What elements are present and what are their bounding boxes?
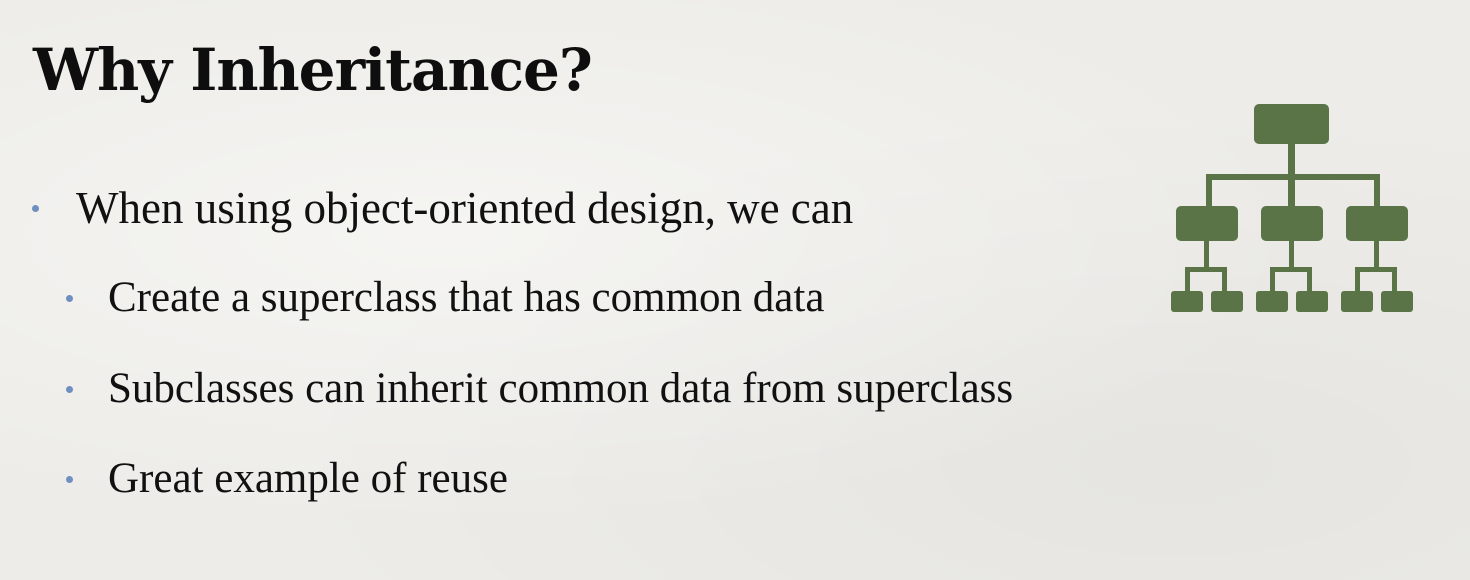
sub-bullet-item: Create a superclass that has common data xyxy=(66,270,825,326)
slide-title: Why Inheritance? xyxy=(33,36,593,104)
bullet-dot-icon xyxy=(66,386,73,393)
bullet-text: Great example of reuse xyxy=(108,455,508,502)
bullet-dot-icon xyxy=(32,205,39,212)
bullet-text: When using object-oriented design, we ca… xyxy=(76,183,854,233)
bullet-text: Subclasses can inherit common data from … xyxy=(108,365,1014,412)
hierarchy-tree-icon xyxy=(1171,104,1413,312)
bullet-dot-icon xyxy=(66,476,73,483)
bullet-item: When using object-oriented design, we ca… xyxy=(32,180,854,236)
bullet-text: Create a superclass that has common data xyxy=(108,274,825,321)
slide: Why Inheritance? When using object-orien… xyxy=(0,0,1470,580)
sub-bullet-item: Great example of reuse xyxy=(66,451,508,507)
sub-bullet-item: Subclasses can inherit common data from … xyxy=(66,361,1014,417)
bullet-dot-icon xyxy=(66,295,73,302)
